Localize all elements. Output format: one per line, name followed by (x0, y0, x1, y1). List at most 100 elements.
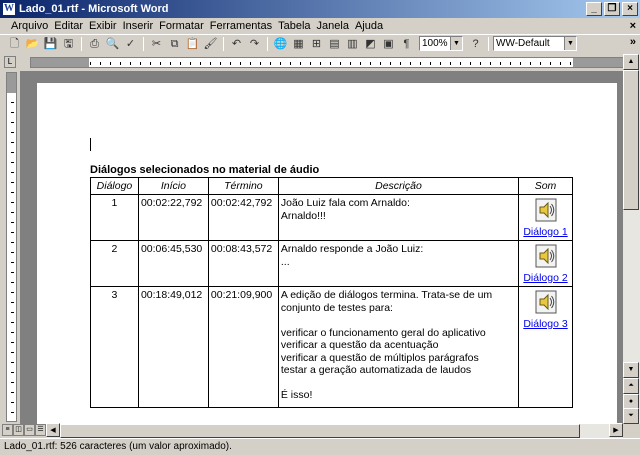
sound-link-3[interactable]: Diálogo 3 (521, 318, 570, 331)
end-time: 00:08:43,572 (207, 240, 279, 287)
speaker-icon[interactable] (535, 198, 557, 222)
spelling-icon[interactable]: ✓ (122, 36, 139, 52)
copy-icon[interactable]: ⧉ (166, 36, 183, 52)
menu-exibir[interactable]: Exibir (86, 20, 120, 32)
start-time: 00:02:22,792 (137, 194, 209, 241)
undo-icon[interactable]: ↶ (228, 36, 245, 52)
end-time: 00:02:42,792 (207, 194, 279, 241)
sound-cell: Diálogo 2 (518, 240, 573, 287)
zoom-value: 100% (422, 38, 448, 49)
print-layout-icon[interactable]: ▭ (24, 424, 35, 436)
vertical-ruler[interactable] (6, 72, 17, 422)
scroll-left-icon[interactable]: ◀ (46, 423, 60, 437)
save-as-icon[interactable]: 🖫 (60, 36, 77, 52)
col-header-som: Som (518, 177, 573, 195)
toolbar-separator (488, 36, 489, 51)
previous-page-icon[interactable]: ⏶ (623, 378, 639, 394)
vertical-scrollbar[interactable]: ▲ ▼ ⏶ ● ⏷ (623, 54, 640, 424)
show-hide-icon[interactable]: ¶ (398, 36, 415, 52)
web-layout-icon[interactable]: ◫ (13, 424, 24, 436)
table-header-row: Diálogo Início Término Descrição Som (90, 177, 573, 195)
sound-link-1[interactable]: Diálogo 1 (521, 226, 570, 239)
scroll-up-icon[interactable]: ▲ (623, 54, 639, 70)
horizontal-ruler[interactable] (30, 57, 624, 68)
close-icon[interactable]: × (622, 2, 638, 16)
insert-table-icon[interactable]: ⊞ (308, 36, 325, 52)
tables-borders-icon[interactable]: ▦ (290, 36, 307, 52)
new-document-icon[interactable]: 🗋 (6, 36, 23, 52)
word-app-icon[interactable]: W (3, 3, 15, 15)
menu-arquivo[interactable]: Arquivo (8, 20, 51, 32)
start-time: 00:06:45,530 (137, 240, 209, 287)
description-line: Arnaldo responde a João Luiz: (280, 243, 424, 255)
style-combo[interactable]: WW-Default ▼ (493, 36, 577, 51)
redo-icon[interactable]: ↷ (246, 36, 263, 52)
outline-view-icon[interactable]: ☰ (35, 424, 46, 436)
description-line: É isso! (280, 389, 313, 401)
description-line: verificar a questão da acentuação (280, 339, 439, 351)
format-painter-icon[interactable]: 🖌 (202, 36, 219, 52)
paste-icon[interactable]: 📋 (184, 36, 201, 52)
print-preview-icon[interactable]: 🔍 (104, 36, 121, 52)
document-area[interactable]: Diálogos selecionados no material de áud… (20, 71, 623, 424)
columns-icon[interactable]: ▥ (344, 36, 361, 52)
sound-link-2[interactable]: Diálogo 2 (521, 272, 570, 285)
drawing-icon[interactable]: ◩ (362, 36, 379, 52)
menu-tabela[interactable]: Tabela (275, 20, 313, 32)
speaker-icon[interactable] (535, 244, 557, 268)
open-folder-icon[interactable]: 📂 (24, 36, 41, 52)
menu-formatar[interactable]: Formatar (156, 20, 207, 32)
view-bar: ≡ ◫ ▭ ☰ ◀ ▶ (0, 423, 640, 438)
next-page-icon[interactable]: ⏷ (623, 408, 639, 424)
document-map-icon[interactable]: ▣ (380, 36, 397, 52)
description: Arnaldo responde a João Luiz: ... (277, 240, 520, 287)
menu-ajuda[interactable]: Ajuda (352, 20, 386, 32)
col-header-dialogo: Diálogo (90, 177, 139, 195)
restore-icon[interactable]: ❐ (604, 2, 620, 16)
normal-view-icon[interactable]: ≡ (2, 424, 13, 436)
menu-inserir[interactable]: Inserir (120, 20, 157, 32)
cut-icon[interactable]: ✂ (148, 36, 165, 52)
hyperlink-icon[interactable]: 🌐 (272, 36, 289, 52)
help-icon[interactable]: ? (467, 36, 484, 52)
vertical-scroll-thumb[interactable] (623, 70, 639, 210)
minimize-icon[interactable]: _ (586, 2, 602, 16)
chevron-down-icon[interactable]: ▼ (450, 37, 462, 50)
toolbar-separator (143, 36, 144, 51)
print-icon[interactable]: ⎙ (86, 36, 103, 52)
speaker-icon[interactable] (535, 290, 557, 314)
sound-cell: Diálogo 3 (518, 286, 573, 408)
status-bar: Lado_01.rtf: 526 caracteres (um valor ap… (0, 438, 640, 455)
start-time: 00:18:49,012 (137, 286, 209, 408)
insert-excel-icon[interactable]: ▤ (326, 36, 343, 52)
tab-selector-icon[interactable]: L (4, 56, 16, 68)
ruler-margin-top (7, 73, 16, 93)
scroll-down-icon[interactable]: ▼ (623, 362, 639, 378)
ruler-margin-right (573, 58, 623, 67)
window-title: Lado_01.rtf - Microsoft Word (19, 3, 169, 15)
horizontal-scroll-thumb[interactable] (60, 424, 580, 438)
scroll-right-icon[interactable]: ▶ (609, 423, 623, 437)
horizontal-scrollbar[interactable]: ◀ ▶ (46, 423, 623, 438)
horizontal-ruler-row: L (0, 54, 640, 70)
dialog-number: 3 (90, 286, 139, 408)
description-line: João Luiz fala com Arnaldo: (280, 197, 410, 209)
menu-editar[interactable]: Editar (51, 20, 86, 32)
style-value: WW-Default (496, 38, 550, 49)
col-header-descricao: Descrição (277, 177, 520, 195)
toolbar-separator (223, 36, 224, 51)
dialog-number: 1 (90, 194, 139, 241)
document-close-icon[interactable]: × (630, 20, 636, 32)
chevron-down-icon[interactable]: ▼ (564, 37, 576, 50)
toolbar-options-icon[interactable]: » (630, 36, 636, 48)
toolbar-separator (81, 36, 82, 51)
document-page[interactable]: Diálogos selecionados no material de áud… (37, 83, 617, 424)
menu-ferramentas[interactable]: Ferramentas (207, 20, 275, 32)
standard-toolbar: 🗋 📂 💾 🖫 ⎙ 🔍 ✓ ✂ ⧉ 📋 🖌 ↶ ↷ 🌐 ▦ ⊞ ▤ ▥ ◩ ▣ … (0, 34, 640, 52)
save-icon[interactable]: 💾 (42, 36, 59, 52)
description-line: testar a geração automatizada de laudos (280, 364, 472, 376)
text-cursor (90, 138, 91, 151)
description-line: verificar a questão de múltiplos parágra… (280, 351, 479, 364)
zoom-combo[interactable]: 100% ▼ (419, 36, 463, 51)
menu-janela[interactable]: Janela (314, 20, 352, 32)
